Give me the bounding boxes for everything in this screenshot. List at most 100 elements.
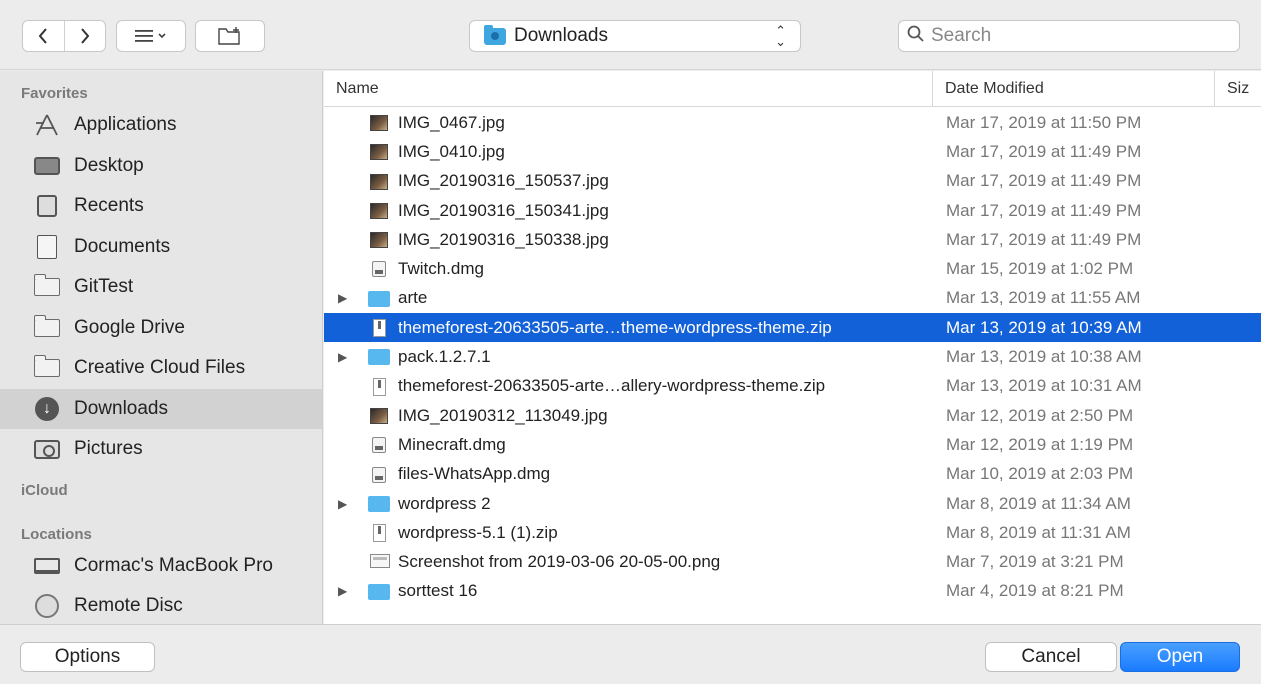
file-name: wordpress 2 (398, 493, 491, 513)
sidebar-item-downloads[interactable]: ↓ Downloads (0, 388, 322, 429)
nav-button-group (22, 20, 106, 52)
file-row[interactable]: IMG_20190316_150338.jpg Mar 17, 2019 at 1… (324, 225, 1261, 254)
file-name: IMG_0467.jpg (398, 112, 505, 132)
file-row[interactable]: IMG_0467.jpg Mar 17, 2019 at 11:50 PM (324, 108, 1261, 137)
folder-icon (33, 355, 60, 378)
zip-archive-icon (373, 524, 386, 543)
image-file-icon (370, 202, 388, 219)
file-row[interactable]: themeforest-20633505-arte…allery-wordpre… (324, 372, 1261, 401)
file-date-modified: Mar 13, 2019 at 10:39 AM (946, 317, 1142, 337)
file-name: pack.1.2.7.1 (398, 347, 491, 367)
image-file-icon (370, 407, 388, 424)
file-name: files-WhatsApp.dmg (398, 464, 551, 484)
sidebar-item-documents[interactable]: Documents (0, 227, 322, 268)
file-row[interactable]: IMG_0410.jpg Mar 17, 2019 at 11:49 PM (324, 137, 1261, 166)
bottom-bar: Options Cancel Open (0, 624, 1261, 684)
file-row[interactable]: IMG_20190316_150341.jpg Mar 17, 2019 at 1… (324, 196, 1261, 225)
image-file-icon (370, 232, 388, 249)
file-date-modified: Mar 8, 2019 at 11:31 AM (946, 522, 1131, 542)
file-date-modified: Mar 17, 2019 at 11:49 PM (946, 141, 1142, 161)
file-list: Name Date Modified Siz IMG_0467.jpg Mar 1… (324, 71, 1261, 624)
folder-row[interactable]: ▶ pack.1.2.7.1 Mar 13, 2019 at 10:38 AM (324, 342, 1261, 371)
sidebar-item-label: Desktop (74, 154, 144, 176)
forward-button[interactable] (63, 21, 106, 51)
file-date-modified: Mar 8, 2019 at 11:34 AM (946, 493, 1131, 513)
sidebar-item-remote-disc[interactable]: Remote Disc (0, 586, 322, 624)
location-popup[interactable]: Downloads ⌃ ⌄ (469, 20, 801, 52)
file-row[interactable]: IMG_20190312_113049.jpg Mar 12, 2019 at 2… (324, 401, 1261, 430)
search-field[interactable]: Search (898, 20, 1240, 52)
view-options-button[interactable] (116, 20, 186, 52)
location-label: Downloads (514, 25, 608, 46)
sidebar-item-label: Applications (74, 114, 177, 136)
sidebar-item-label: Recents (74, 195, 144, 217)
sidebar-item-macbook-pro[interactable]: Cormac's MacBook Pro (0, 546, 322, 587)
search-icon (907, 25, 925, 48)
applications-icon (34, 114, 60, 136)
folder-row[interactable]: ▶ arte Mar 13, 2019 at 11:55 AM (324, 284, 1261, 313)
sidebar-item-desktop[interactable]: Desktop (0, 146, 322, 187)
new-folder-icon (218, 27, 240, 45)
disclosure-triangle-icon[interactable]: ▶ (338, 584, 347, 598)
folder-row[interactable]: ▶ wordpress 2 Mar 8, 2019 at 11:34 AM (324, 489, 1261, 518)
disclosure-triangle-icon[interactable]: ▶ (338, 497, 347, 511)
camera-icon (34, 439, 60, 459)
file-row[interactable]: wordpress-5.1 (1).zip Mar 8, 2019 at 11:3… (324, 518, 1261, 547)
image-file-icon (370, 173, 388, 190)
png-file-icon (370, 554, 390, 569)
file-row[interactable]: Screenshot from 2019-03-06 20-05-00.png M… (324, 547, 1261, 576)
file-row[interactable]: files-WhatsApp.dmg Mar 10, 2019 at 2:03 P… (324, 460, 1261, 489)
list-view-icon (135, 30, 166, 42)
file-date-modified: Mar 12, 2019 at 2:50 PM (946, 405, 1134, 425)
cancel-button[interactable]: Cancel (985, 642, 1117, 672)
disc-icon (35, 594, 59, 619)
column-header-size[interactable]: Siz (1214, 71, 1261, 107)
sidebar-item-creative-cloud-files[interactable]: Creative Cloud Files (0, 348, 322, 389)
file-name: themeforest-20633505-arte…theme-wordpres… (398, 317, 832, 337)
options-button[interactable]: Options (20, 642, 155, 672)
file-row[interactable]: IMG_20190316_150537.jpg Mar 17, 2019 at 1… (324, 167, 1261, 196)
file-rows: IMG_0467.jpg Mar 17, 2019 at 11:50 PM IMG_… (324, 108, 1261, 606)
back-button[interactable] (23, 21, 64, 51)
file-name: themeforest-20633505-arte…allery-wordpre… (398, 376, 826, 396)
file-date-modified: Mar 13, 2019 at 10:38 AM (946, 347, 1142, 367)
list-header: Name Date Modified Siz (324, 71, 1261, 107)
sidebar-item-label: Documents (74, 235, 171, 257)
desktop-icon (34, 156, 60, 175)
new-folder-button[interactable] (195, 20, 265, 52)
file-row[interactable]: Minecraft.dmg Mar 12, 2019 at 1:19 PM (324, 430, 1261, 459)
sidebar-item-label: Remote Disc (74, 595, 183, 617)
disclosure-triangle-icon[interactable]: ▶ (338, 350, 347, 364)
downloads-folder-icon (484, 24, 506, 45)
sidebar-item-label: GitTest (74, 276, 134, 298)
file-row[interactable]: themeforest-20633505-arte…theme-wordpres… (324, 313, 1261, 343)
folder-icon (368, 495, 390, 512)
column-header-name[interactable]: Name (324, 71, 932, 107)
sidebar-item-applications[interactable]: Applications (0, 105, 322, 146)
sidebar-item-google-drive[interactable]: Google Drive (0, 308, 322, 349)
folder-icon (33, 314, 60, 337)
disclosure-triangle-icon[interactable]: ▶ (338, 291, 347, 305)
folder-row[interactable]: ▶ sorttest 16 Mar 4, 2019 at 8:21 PM (324, 577, 1261, 606)
chevron-left-icon (38, 28, 48, 44)
zip-archive-icon (373, 377, 386, 396)
file-date-modified: Mar 12, 2019 at 1:19 PM (946, 434, 1134, 454)
toolbar: Downloads ⌃ ⌄ Search (0, 0, 1261, 70)
open-button[interactable]: Open (1120, 642, 1240, 672)
column-header-date-modified[interactable]: Date Modified (932, 71, 1214, 107)
updown-arrows-icon: ⌃ ⌄ (775, 23, 786, 49)
file-date-modified: Mar 17, 2019 at 11:50 PM (946, 112, 1142, 132)
file-row[interactable]: Twitch.dmg Mar 15, 2019 at 1:02 PM (324, 254, 1261, 283)
file-date-modified: Mar 13, 2019 at 10:31 AM (946, 376, 1142, 396)
documents-icon (37, 234, 57, 259)
file-name: IMG_20190316_150338.jpg (398, 229, 609, 249)
sidebar-item-recents[interactable]: Recents (0, 186, 322, 227)
search-input[interactable]: Search (931, 25, 991, 47)
file-name: IMG_20190316_150537.jpg (398, 171, 609, 191)
file-name: IMG_20190316_150341.jpg (398, 200, 609, 220)
image-file-icon (370, 144, 388, 161)
sidebar-item-pictures[interactable]: Pictures (0, 429, 322, 470)
sidebar-item-gittest[interactable]: GitTest (0, 267, 322, 308)
file-date-modified: Mar 10, 2019 at 2:03 PM (946, 464, 1134, 484)
folder-icon (368, 583, 390, 600)
